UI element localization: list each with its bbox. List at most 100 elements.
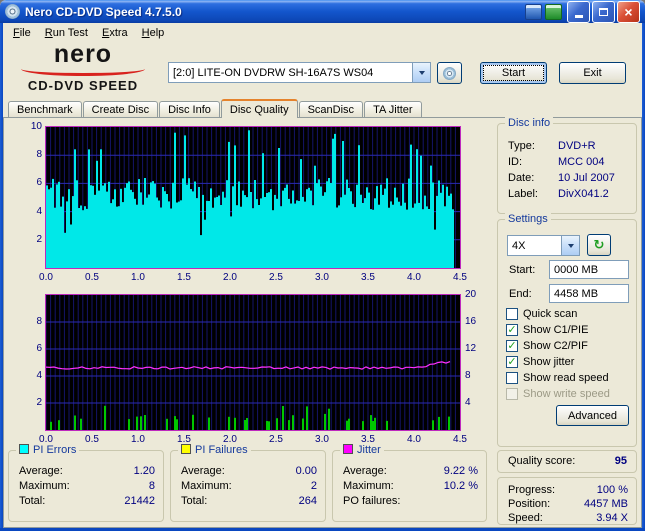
- tab-label: ScanDisc: [307, 103, 355, 116]
- checkbox-show-write-speed: Show write speed: [506, 387, 610, 401]
- checkbox-icon: [506, 372, 518, 384]
- disc-label-value: DivX041.2: [558, 188, 609, 200]
- nero-logo: nero CD-DVD SPEED: [12, 42, 154, 93]
- tab-label: Disc Quality: [229, 103, 289, 116]
- speed-select[interactable]: 4X: [507, 235, 580, 256]
- tab-create-disc[interactable]: Create Disc: [82, 101, 159, 117]
- pi-failures-stats-panel: PI Failures Average: 0.00 Maximum: 2 Tot…: [170, 443, 326, 522]
- axis-tick-label: 1.0: [131, 434, 145, 445]
- minimize-button[interactable]: [567, 0, 590, 23]
- jitter-stats-panel: Jitter Average: 9.22 % Maximum: 10.2 % P…: [332, 443, 487, 522]
- stat-label: Maximum:: [343, 480, 394, 492]
- disc-label-label: Label:: [508, 188, 538, 200]
- speed-value: 3.94 X: [596, 512, 628, 524]
- titlebar[interactable]: Nero CD-DVD Speed 4.7.5.0 ×: [0, 0, 645, 23]
- titlebar-plugin-icon-green[interactable]: [545, 3, 562, 20]
- axis-tick-label: 4: [36, 205, 42, 217]
- close-icon: ×: [624, 3, 633, 20]
- refresh-button[interactable]: ↻: [587, 234, 611, 256]
- tab-bar: Benchmark Create Disc Disc Info Disc Qua…: [8, 99, 423, 118]
- disc-eject-icon: [443, 66, 456, 80]
- maximize-icon: [599, 7, 608, 16]
- app-icon: [5, 4, 20, 19]
- titlebar-plugin-icon-blue[interactable]: [525, 3, 542, 20]
- tab-scandisc[interactable]: ScanDisc: [298, 101, 364, 117]
- axis-tick-label: 12: [465, 343, 477, 354]
- axis-tick-label: 4: [36, 370, 42, 381]
- stat-label: Average:: [19, 465, 63, 477]
- checkbox-quick-scan[interactable]: Quick scan: [506, 307, 577, 321]
- pi-failures-stats-title: PI Failures: [178, 443, 251, 457]
- axis-tick-label: 1.5: [177, 434, 191, 445]
- checkbox-icon: [506, 388, 518, 400]
- menu-extra[interactable]: Extra: [95, 25, 135, 41]
- stat-row: Maximum: 2: [181, 480, 317, 493]
- axis-tick-label: 6: [36, 177, 42, 189]
- checkbox-show-jitter[interactable]: Show jitter: [506, 355, 574, 369]
- axis-tick-label: 4.5: [453, 272, 467, 283]
- checkbox-show-c2-pif[interactable]: Show C2/PIF: [506, 339, 588, 353]
- tab-label: Create Disc: [91, 103, 150, 116]
- checkbox-icon: [506, 324, 518, 336]
- stat-label: Average:: [181, 465, 225, 477]
- checkbox-icon: [506, 340, 518, 352]
- stat-row: Average: 9.22 %: [343, 465, 478, 478]
- app-window: Nero CD-DVD Speed 4.7.5.0 × File Run Tes…: [0, 0, 645, 531]
- axis-tick-label: 4.0: [407, 272, 421, 283]
- pi-failures-jitter-chart: [45, 294, 461, 431]
- axis-tick-label: 1.0: [131, 272, 145, 283]
- minimize-icon: [574, 14, 583, 18]
- axis-tick-label: 1.5: [177, 272, 191, 283]
- progress-value: 100 %: [596, 484, 628, 496]
- menu-run-test[interactable]: Run Test: [38, 25, 95, 41]
- disc-date-label: Date:: [508, 172, 535, 184]
- speed-select-dropdown-button[interactable]: [561, 236, 579, 255]
- axis-tick-label: 4.5: [453, 434, 467, 445]
- tab-benchmark[interactable]: Benchmark: [8, 101, 82, 117]
- axis-tick-label: 2.0: [223, 272, 237, 283]
- eject-button[interactable]: [437, 62, 462, 84]
- checkbox-icon: [506, 308, 518, 320]
- pi-errors-color-swatch: [19, 444, 29, 454]
- start-button[interactable]: Start: [480, 62, 547, 84]
- tab-disc-info[interactable]: Disc Info: [159, 101, 220, 117]
- menu-help[interactable]: Help: [135, 25, 172, 41]
- tab-disc-quality[interactable]: Disc Quality: [220, 99, 298, 118]
- advanced-button[interactable]: Advanced: [556, 405, 629, 426]
- speed-select-value: 4X: [512, 239, 526, 252]
- quality-score-value: 95: [614, 455, 627, 467]
- axis-tick-label: 3.0: [315, 434, 329, 445]
- checkbox-icon: [506, 356, 518, 368]
- menu-file[interactable]: File: [6, 25, 38, 41]
- drive-select[interactable]: [2:0] LITE-ON DVDRW SH-16A7S WS04: [168, 62, 431, 83]
- checkbox-show-c1-pie[interactable]: Show C1/PIE: [506, 323, 588, 337]
- checkbox-label: Quick scan: [523, 308, 578, 320]
- start-position-input[interactable]: [549, 260, 629, 279]
- close-button[interactable]: ×: [617, 0, 640, 23]
- tab-ta-jitter[interactable]: TA Jitter: [364, 101, 422, 117]
- stat-row: Maximum: 8: [19, 480, 155, 493]
- jitter-color-swatch: [343, 444, 353, 454]
- progress-label: Progress:: [508, 484, 556, 496]
- progress-row: Progress: 100 %: [508, 484, 628, 497]
- settings-panel: Settings 4X ↻ Start: End: Quick scan Sho…: [497, 212, 637, 447]
- maximize-button[interactable]: [592, 0, 615, 23]
- axis-tick-label: 6: [36, 343, 42, 354]
- axis-tick-label: 0.0: [39, 434, 53, 445]
- advanced-button-label: Advanced: [568, 409, 617, 422]
- position-label: Position:: [508, 498, 551, 510]
- stat-label: PO failures:: [343, 495, 401, 507]
- checkbox-show-read-speed[interactable]: Show read speed: [506, 371, 609, 385]
- drive-select-dropdown-button[interactable]: [412, 63, 430, 82]
- axis-tick-label: 3.5: [361, 272, 375, 283]
- end-position-input[interactable]: [549, 284, 629, 303]
- pi-failures-jitter-chart-svg: [45, 295, 460, 430]
- tab-label: Benchmark: [17, 103, 73, 116]
- position-value: 4457 MB: [583, 498, 628, 510]
- checkbox-label: Show jitter: [523, 356, 575, 368]
- disc-info-row: ID: MCC 004: [508, 156, 628, 169]
- tab-label: Disc Info: [168, 103, 211, 116]
- exit-button[interactable]: Exit: [559, 62, 626, 84]
- disc-info-row: Label: DivX041.2: [508, 188, 628, 201]
- axis-tick-label: 2.5: [269, 434, 283, 445]
